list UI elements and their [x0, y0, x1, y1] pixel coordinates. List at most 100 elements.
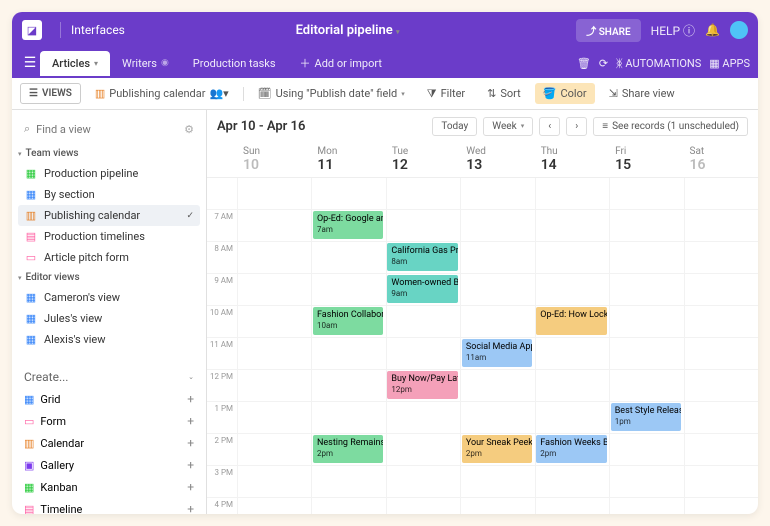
views-button[interactable]: ☰ VIEWS: [20, 83, 81, 104]
sort-button[interactable]: ⇅ Sort: [479, 83, 529, 104]
workspace-name[interactable]: Interfaces: [71, 23, 125, 37]
hour-row: 9 AM: [207, 274, 758, 306]
sidebar-view-item[interactable]: ▥Publishing calendar✓: [18, 205, 200, 226]
current-view[interactable]: ▥ Publishing calendar 👥▾: [87, 83, 237, 104]
date-field-button[interactable]: 🗓 Using "Publish date" field ▾: [250, 83, 413, 104]
day-header: Wed13: [460, 142, 534, 177]
sidebar-view-item[interactable]: ▦By section: [18, 184, 200, 205]
calendar-event[interactable]: Buy Now/Pay Later …12pm: [387, 371, 457, 399]
share-button[interactable]: ⤴ SHARE: [576, 19, 640, 42]
share-view-button[interactable]: ⇲ Share view: [601, 83, 683, 104]
gear-icon[interactable]: ⚙: [184, 123, 194, 136]
tab-writers[interactable]: Writers ◉: [110, 51, 181, 76]
logo-icon[interactable]: ◪: [22, 20, 42, 40]
day-header: Fri15: [609, 142, 683, 177]
search-row: ⌕ ⚙: [18, 118, 200, 140]
hour-label: 7 AM: [207, 210, 237, 241]
share-icon: ⇲: [609, 87, 618, 100]
help-button[interactable]: HELP ⓘ: [651, 22, 695, 39]
create-view-item[interactable]: ▣Gallery+: [18, 454, 200, 476]
create-view-item[interactable]: ▤Timeline+: [18, 498, 200, 514]
hour-label: 2 PM: [207, 434, 237, 465]
history-icon[interactable]: ⟳: [599, 57, 608, 70]
view-group[interactable]: ▾ Editor views: [18, 272, 200, 283]
tab-articles[interactable]: Articles ▾: [40, 51, 110, 76]
hour-row: 8 AM: [207, 242, 758, 274]
sidebar-view-item[interactable]: ▦Production pipeline: [18, 163, 200, 184]
chevron-down-icon: ▾: [396, 28, 400, 36]
hour-row: 3 PM: [207, 466, 758, 498]
hour-label: 11 AM: [207, 338, 237, 369]
create-view-item[interactable]: ▦Grid+: [18, 388, 200, 410]
help-icon: ⓘ: [683, 24, 695, 38]
bell-icon[interactable]: 🔔: [705, 23, 720, 37]
find-view-input[interactable]: [36, 123, 184, 136]
automations-button[interactable]: ᛤ AUTOMATIONS: [616, 57, 701, 70]
hour-row: [207, 178, 758, 210]
apps-button[interactable]: ▦ APPS: [709, 57, 750, 70]
day-header: Thu14: [535, 142, 609, 177]
views-sidebar: ⌕ ⚙ ▾ Team views ▦Production pipeline▦By …: [12, 110, 207, 514]
filter-button[interactable]: ⧩ Filter: [419, 83, 473, 105]
color-button[interactable]: 🪣 Color: [535, 83, 595, 104]
hour-row: 7 AM: [207, 210, 758, 242]
hour-label: 8 AM: [207, 242, 237, 273]
create-view-item[interactable]: ▭Form+: [18, 410, 200, 432]
sidebar-view-item[interactable]: ▦Jules's view: [18, 308, 200, 329]
view-group[interactable]: ▾ Team views: [18, 148, 200, 159]
sidebar-view-item[interactable]: ▦Alexis's view: [18, 329, 200, 350]
table-tabs-bar: ☰ Articles ▾Writers ◉Production tasks ＋A…: [12, 48, 758, 78]
create-section[interactable]: Create...⌄: [18, 366, 200, 388]
create-view-item[interactable]: ▦Kanban+: [18, 476, 200, 498]
trash-icon[interactable]: 🗑: [577, 57, 591, 70]
calendar-event[interactable]: Social Media Apps …11am: [462, 339, 532, 367]
next-button[interactable]: ›: [566, 117, 587, 136]
hamburger-icon[interactable]: ☰: [20, 55, 40, 71]
base-title[interactable]: Editorial pipeline ▾: [296, 23, 400, 38]
calendar-event[interactable]: Fashion Collaborati…10am: [313, 307, 383, 335]
sidebar-view-item[interactable]: ▤Production timelines: [18, 226, 200, 247]
prev-button[interactable]: ‹: [539, 117, 560, 136]
hour-label: 1 PM: [207, 402, 237, 433]
calendar-event[interactable]: Women-owned Bra…9am: [387, 275, 457, 303]
calendar-event[interactable]: Fashion Weeks Bal…2pm: [536, 435, 606, 463]
add-or-import-button[interactable]: ＋Add or import: [288, 49, 394, 77]
hour-label: 3 PM: [207, 466, 237, 497]
sidebar-view-item[interactable]: ▦Cameron's view: [18, 287, 200, 308]
hour-label: 4 PM: [207, 498, 237, 514]
day-header: Sat16: [684, 142, 758, 177]
create-view-item[interactable]: ▥Calendar+: [18, 432, 200, 454]
hour-row: 4 PM: [207, 498, 758, 514]
calendar-grid[interactable]: 7 AM8 AM9 AM10 AM11 AM12 PM1 PM2 PM3 PM4…: [207, 178, 758, 514]
hour-label: 9 AM: [207, 274, 237, 305]
hour-label: 10 AM: [207, 306, 237, 337]
app-root: ◪ Interfaces Editorial pipeline ▾ ⤴ SHAR…: [12, 12, 758, 514]
calendar-icon: ▥: [95, 87, 105, 100]
paint-icon: 🪣: [543, 87, 557, 100]
tab-production-tasks[interactable]: Production tasks: [181, 51, 288, 76]
calendar-header: Apr 10 - Apr 16 Today Week ▾ ‹ › ≡ See r…: [207, 110, 758, 142]
see-records-button[interactable]: ≡ See records (1 unscheduled): [593, 117, 748, 136]
calendar-event[interactable]: Op-Ed: Google and…7am: [313, 211, 383, 239]
sidebar-view-item[interactable]: ▭Article pitch form: [18, 247, 200, 268]
main-row: ⌕ ⚙ ▾ Team views ▦Production pipeline▦By …: [12, 110, 758, 514]
calendar-event[interactable]: Your Sneak Peek at…2pm: [462, 435, 532, 463]
sort-icon: ⇅: [487, 87, 496, 100]
day-header: Mon11: [311, 142, 385, 177]
date-range: Apr 10 - Apr 16: [217, 119, 305, 134]
hour-label: [207, 178, 237, 209]
calendar-event[interactable]: Best Style Release…1pm: [611, 403, 681, 431]
day-header: Tue12: [386, 142, 460, 177]
hour-row: 12 PM: [207, 370, 758, 402]
hour-row: 10 AM: [207, 306, 758, 338]
calendar-event[interactable]: Nesting Remains Pr…2pm: [313, 435, 383, 463]
today-button[interactable]: Today: [432, 117, 477, 136]
people-icon: 👥▾: [209, 87, 228, 100]
search-icon: ⌕: [24, 122, 30, 136]
calendar-pane: Apr 10 - Apr 16 Today Week ▾ ‹ › ≡ See r…: [207, 110, 758, 514]
calendar-event[interactable]: Op-Ed: How Lockd…: [536, 307, 606, 335]
calendar-event[interactable]: California Gas Pric…8am: [387, 243, 457, 271]
avatar[interactable]: [730, 21, 748, 39]
week-picker[interactable]: Week ▾: [483, 117, 533, 136]
calendar-icon: 🗓: [258, 87, 272, 100]
